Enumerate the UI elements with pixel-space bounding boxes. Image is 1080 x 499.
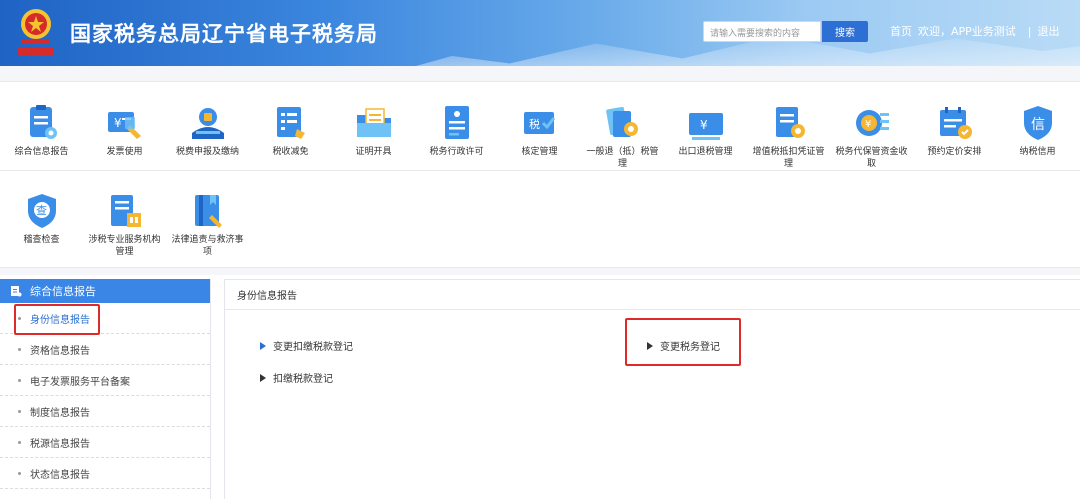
sidebar-item-status-report[interactable]: 状态信息报告 <box>0 458 210 489</box>
tax-payment-icon <box>191 108 224 139</box>
service-label: 核定管理 <box>521 147 558 157</box>
service-label: 出口退税管理 <box>678 147 733 157</box>
search-input[interactable]: 请输入需要搜索的内容 <box>703 21 821 42</box>
welcome-text: 欢迎，APP业务测试 <box>918 25 1016 38</box>
bullet-dot <box>18 347 21 351</box>
main-title: 身份信息报告 <box>225 280 1080 310</box>
header-strip <box>0 66 1080 82</box>
sidebar-item-qualification-report[interactable]: 资格信息报告 <box>0 334 210 365</box>
highlight-box-change-tax-registration <box>625 318 741 366</box>
service-certificate[interactable]: 证明开具 <box>332 103 415 170</box>
svg-text:税: 税 <box>529 117 540 131</box>
svg-text:信: 信 <box>1031 117 1045 133</box>
service-custody-fund[interactable]: ¥ 税务代保管资金收取 <box>830 103 913 170</box>
svg-text:查: 查 <box>36 203 47 217</box>
service-label: 纳税信用 <box>1019 147 1056 157</box>
svg-text:¥: ¥ <box>865 119 871 130</box>
service-tax-declaration[interactable]: 税费申报及缴纳 <box>166 103 249 170</box>
service-agency-icon <box>110 195 141 227</box>
service-verification[interactable]: 税 核定管理 <box>498 103 581 170</box>
service-label: 预约定价安排 <box>927 147 982 157</box>
service-label: 税收减免 <box>272 147 309 157</box>
service-label: 一般退（抵）税管理 <box>586 147 659 169</box>
sidebar-item-label: 资格信息报告 <box>30 345 90 357</box>
svg-text:¥: ¥ <box>700 118 708 132</box>
service-label: 稽查检查 <box>23 235 60 245</box>
sidebar-title: 综合信息报告 <box>30 285 96 298</box>
service-tax-relief[interactable]: 税收减免 <box>249 103 332 170</box>
grid-bottom-strip <box>0 267 1080 275</box>
site-header: 国家税务总局辽宁省电子税务局 请输入需要搜索的内容 搜索 首页 欢迎，APP业务测… <box>0 0 1080 66</box>
separator: | <box>1027 25 1032 38</box>
triangle-right-icon <box>260 373 266 382</box>
search-button[interactable]: 搜索 <box>822 21 868 42</box>
credit-shield-icon: 信 <box>1023 106 1052 140</box>
custody-fund-icon: ¥ <box>855 110 889 136</box>
calendar-icon <box>939 107 972 139</box>
service-agency-management[interactable]: 涉税专业服务机构管理 <box>83 191 166 258</box>
bullet-dot <box>18 409 21 413</box>
national-emblem-icon <box>18 9 54 55</box>
service-general-refund[interactable]: 一般退（抵）税管理 <box>581 103 664 170</box>
service-label: 增值税抵扣凭证管理 <box>752 147 825 169</box>
sidebar-item-einvoice-filing[interactable]: 电子发票服务平台备案 <box>0 365 210 396</box>
inspection-shield-icon: 查 <box>27 194 56 228</box>
sidebar-item-label: 状态信息报告 <box>30 469 90 481</box>
sidebar-item-label: 制度信息报告 <box>30 407 90 419</box>
bullet-dot <box>18 440 21 444</box>
main-panel: 身份信息报告 <box>224 279 1080 499</box>
service-comprehensive-report[interactable]: 综合信息报告 <box>0 103 83 170</box>
vat-voucher-icon <box>775 107 805 138</box>
service-icon-row-1: 综合信息报告 ¥ 发票使用 税费申报及缴纳 税收减免 证明开具 税务行政许可 税… <box>0 103 1080 170</box>
service-icon-row-2: 查 稽查检查 涉税专业服务机构管理 法律追责与救济事项 <box>0 191 1080 258</box>
service-label: 税务行政许可 <box>429 147 484 157</box>
svg-text:¥: ¥ <box>114 116 122 130</box>
refund-icon <box>605 106 638 137</box>
service-export-refund[interactable]: ¥ 出口退税管理 <box>664 103 747 170</box>
service-label: 综合信息报告 <box>14 147 69 157</box>
legal-book-icon <box>194 195 222 228</box>
invoice-icon: ¥ <box>107 112 141 139</box>
export-refund-icon: ¥ <box>688 113 723 140</box>
link-change-withholding-registration[interactable]: 变更扣缴税款登记 <box>260 338 353 353</box>
service-label: 税费申报及缴纳 <box>175 147 239 157</box>
report-icon <box>11 286 22 297</box>
service-label: 税务代保管资金收取 <box>835 147 908 169</box>
service-admin-permit[interactable]: 税务行政许可 <box>415 103 498 170</box>
bullet-dot <box>18 471 21 475</box>
service-tax-credit[interactable]: 信 纳税信用 <box>996 103 1079 170</box>
service-pricing-arrangement[interactable]: 预约定价安排 <box>913 103 996 170</box>
sidebar-item-tax-source-report[interactable]: 税源信息报告 <box>0 427 210 458</box>
link-label: 扣缴税款登记 <box>273 374 333 385</box>
grid-divider <box>0 170 1080 171</box>
verification-icon: 税 <box>523 112 555 134</box>
sidebar-item-label: 电子发票服务平台备案 <box>30 376 130 388</box>
service-label: 证明开具 <box>355 147 392 157</box>
tax-relief-icon <box>276 107 305 139</box>
link-label: 变更扣缴税款登记 <box>273 342 353 353</box>
site-title: 国家税务总局辽宁省电子税务局 <box>70 22 378 46</box>
clipboard-icon <box>29 105 57 139</box>
service-invoice-use[interactable]: ¥ 发票使用 <box>83 103 166 170</box>
sidebar-header: 综合信息报告 <box>0 279 210 303</box>
service-inspection[interactable]: 查 稽查检查 <box>0 191 83 258</box>
link-withholding-registration[interactable]: 扣缴税款登记 <box>260 370 333 385</box>
home-link[interactable]: 首页 <box>890 25 912 38</box>
permit-document-icon <box>444 106 469 139</box>
top-links: 首页 欢迎，APP业务测试 | 退出 <box>890 23 1066 39</box>
triangle-right-icon <box>260 341 266 350</box>
highlight-box-identity-report <box>14 304 100 335</box>
sidebar-item-system-report[interactable]: 制度信息报告 <box>0 396 210 427</box>
service-label: 法律追责与救济事项 <box>171 235 244 257</box>
service-label: 发票使用 <box>106 147 143 157</box>
bullet-dot <box>18 378 21 382</box>
sidebar-item-label: 税源信息报告 <box>30 438 90 450</box>
service-label: 涉税专业服务机构管理 <box>88 235 161 257</box>
service-legal-remedy[interactable]: 法律追责与救济事项 <box>166 191 249 258</box>
logout-link[interactable]: 退出 <box>1038 25 1060 38</box>
certificate-folder-icon <box>356 108 391 137</box>
service-vat-voucher[interactable]: 增值税抵扣凭证管理 <box>747 103 830 170</box>
